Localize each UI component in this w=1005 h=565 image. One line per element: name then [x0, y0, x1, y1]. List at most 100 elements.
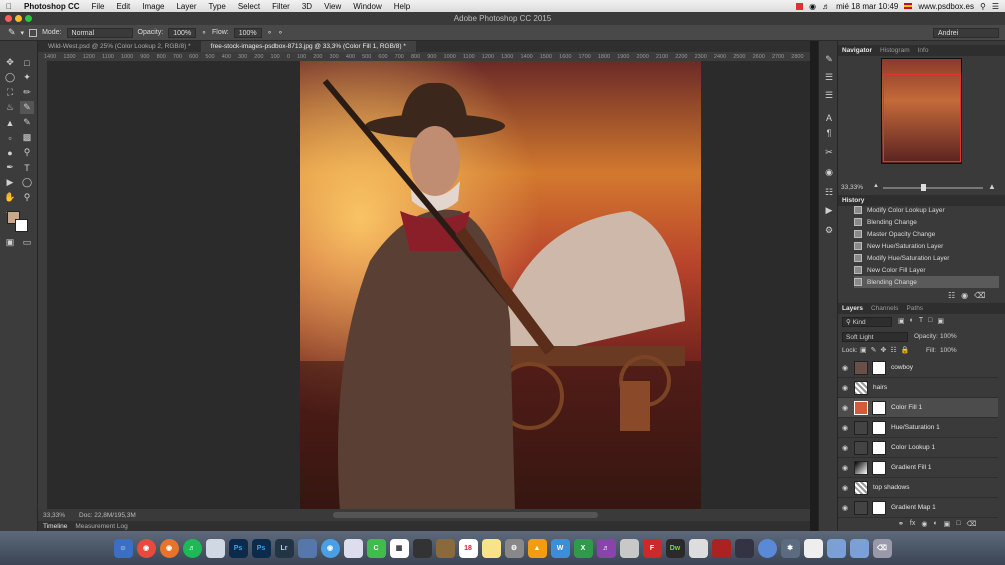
finder-icon[interactable]: ☺ [113, 538, 133, 558]
volume-icon[interactable]: ♬ [822, 2, 830, 11]
shape-tool-icon[interactable]: ◯ [20, 176, 34, 189]
history-item[interactable]: Modify Hue/Saturation Layer [854, 252, 999, 264]
adjustments-panel-icon[interactable]: ☰ [822, 89, 836, 102]
lightroom-icon[interactable]: Lr [274, 538, 294, 558]
navigator-zoom[interactable]: 33,33% [841, 184, 863, 191]
tab-measurement-log[interactable]: Measurement Log [75, 523, 127, 530]
menu-edit[interactable]: Edit [110, 2, 136, 11]
fill-input[interactable]: 100% [940, 347, 957, 354]
screen-mode-icon[interactable]: ▭ [20, 236, 34, 249]
smart-object-filter-icon[interactable]: ▣ [937, 317, 944, 325]
minimize-window-button[interactable] [15, 15, 22, 22]
filezilla-icon[interactable]: F [642, 538, 662, 558]
image-capture-icon[interactable] [205, 538, 225, 558]
new-layer-icon[interactable]: □ [956, 520, 960, 528]
blur-tool-icon[interactable]: ● [3, 146, 17, 159]
word-icon[interactable]: W [550, 538, 570, 558]
pressure-opacity-icon[interactable]: ⚬ [201, 29, 207, 37]
type-tool-icon[interactable]: T [20, 161, 34, 174]
flag-icon[interactable] [904, 3, 913, 9]
mail-icon[interactable] [343, 538, 363, 558]
adjustment-filter-icon[interactable]: ◐ [910, 317, 914, 325]
blend-mode-select[interactable]: Soft Light [842, 332, 908, 342]
history-panel-icon[interactable]: ✎ [822, 53, 836, 66]
firefox-icon[interactable]: ◉ [159, 538, 179, 558]
calendar-icon[interactable]: 18 [458, 538, 478, 558]
brush-panel-icon[interactable] [29, 28, 38, 37]
actions-panel-icon[interactable]: ▶ [822, 204, 836, 217]
navigator-view-box[interactable] [883, 74, 961, 162]
new-adjustment-icon[interactable]: ◐ [933, 520, 937, 528]
dodge-tool-icon[interactable]: ⚲ [20, 146, 34, 159]
layer-row[interactable]: ◉ cowboy [838, 358, 998, 378]
history-brush-icon[interactable]: ✎ [20, 116, 34, 129]
text-edit-icon[interactable] [619, 538, 639, 558]
gradient-tool-icon[interactable]: ▩ [20, 131, 34, 144]
history-item[interactable]: New Hue/Saturation Layer [854, 240, 999, 252]
list-icon[interactable]: ☰ [992, 2, 999, 11]
camtasia-icon[interactable]: C [366, 538, 386, 558]
horizontal-scrollbar[interactable] [333, 512, 598, 518]
zoom-slider-handle[interactable] [921, 184, 926, 191]
visibility-eye-icon[interactable]: ◉ [838, 504, 852, 512]
history-item[interactable]: Blending Change [854, 216, 999, 228]
settings-gear-icon[interactable]: ⚙ [822, 224, 836, 237]
visibility-eye-icon[interactable]: ◉ [838, 424, 852, 432]
visibility-eye-icon[interactable]: ◉ [838, 384, 852, 392]
lock-icons[interactable]: ▣✎✥☷🔒 [860, 346, 913, 354]
mail-app-icon[interactable] [688, 538, 708, 558]
mode-select[interactable]: Normal [66, 27, 133, 38]
pen-tool-icon[interactable]: ✒ [3, 161, 17, 174]
tab-free-stock-image[interactable]: free-stock-images-psdbox-8713.jpg @ 33,3… [200, 41, 416, 52]
tab-histogram[interactable]: Histogram [880, 47, 910, 54]
eyedropper-icon[interactable]: ✏ [20, 86, 34, 99]
airbrush-icon[interactable]: ⚬ [267, 29, 273, 37]
pressure-size-icon[interactable]: ⚬ [278, 29, 284, 37]
menu-help[interactable]: Help [388, 2, 416, 11]
close-window-button[interactable] [5, 15, 12, 22]
tool-presets-icon[interactable]: ✂ [822, 146, 836, 159]
stickies-icon[interactable] [481, 538, 501, 558]
menu-3d[interactable]: 3D [296, 2, 318, 11]
layer-row[interactable]: ◉ top shadows [838, 478, 998, 498]
safari-icon[interactable]: ◉ [320, 538, 340, 558]
visibility-eye-icon[interactable]: ◉ [838, 404, 852, 412]
chrome-icon[interactable]: ◉ [136, 538, 156, 558]
tab-history[interactable]: History [842, 197, 864, 204]
workspace-select[interactable]: Andrei [933, 27, 999, 38]
brush-size-picker[interactable]: ▾ [21, 29, 25, 37]
notes-icon[interactable] [435, 538, 455, 558]
document-image[interactable] [300, 61, 701, 511]
add-mask-icon[interactable]: ◉ [921, 520, 927, 528]
vlc-icon[interactable]: ▲ [527, 538, 547, 558]
clone-source-icon[interactable]: ☷ [822, 186, 836, 199]
layer-row[interactable]: ◉ Gradient Fill 1 [838, 458, 998, 478]
layer-row[interactable]: ◉ Color Lookup 1 [838, 438, 998, 458]
layer-row[interactable]: ◉ Hue/Saturation 1 [838, 418, 998, 438]
menu-filter[interactable]: Filter [266, 2, 296, 11]
apple-icon[interactable]:  [0, 2, 18, 11]
delete-state-icon[interactable]: ⌫ [974, 291, 985, 300]
layer-filter-kind[interactable]: ⚲ Kind [842, 317, 892, 327]
history-item-selected[interactable]: Blending Change [854, 276, 999, 288]
new-snapshot-icon[interactable]: ◉ [961, 291, 968, 300]
menu-window[interactable]: Window [347, 2, 387, 11]
zoom-in-icon[interactable]: ▲ [988, 182, 996, 191]
menu-type[interactable]: Type [202, 2, 231, 11]
new-group-icon[interactable]: ▣ [944, 520, 951, 528]
navigator-thumbnail[interactable] [881, 58, 962, 164]
character-panel-icon[interactable]: A [822, 111, 836, 124]
acrobat-icon[interactable] [711, 538, 731, 558]
fx-icon[interactable]: fx [910, 520, 915, 528]
tab-wild-west[interactable]: Wild-West.psd @ 25% (Color Lookup 2, RGB… [38, 41, 201, 52]
status-icons[interactable] [796, 2, 804, 10]
visibility-eye-icon[interactable]: ◉ [838, 364, 852, 372]
layer-row-selected[interactable]: ◉ Color Fill 1 [838, 398, 998, 418]
zoom-tool-icon[interactable]: ⚲ [20, 191, 34, 204]
network-icon[interactable] [757, 538, 777, 558]
menu-view[interactable]: View [318, 2, 347, 11]
pixel-filter-icon[interactable]: ▣ [898, 317, 905, 325]
system-preferences-icon[interactable]: ⚙ [504, 538, 524, 558]
quick-select-icon[interactable]: ✦ [20, 71, 34, 84]
paragraph-panel-icon[interactable]: ¶ [822, 126, 836, 139]
